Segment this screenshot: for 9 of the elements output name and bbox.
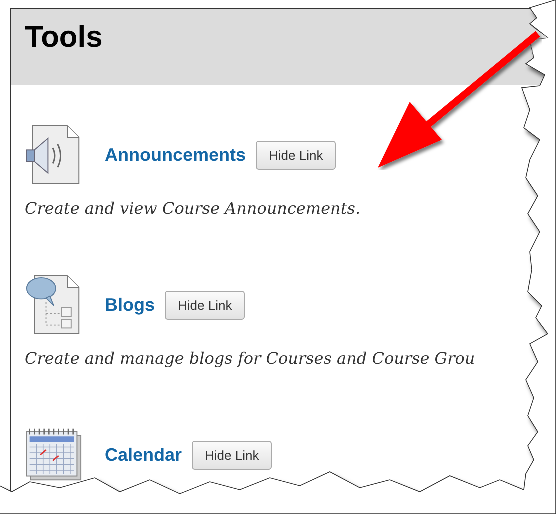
hide-link-button[interactable]: Hide Link — [192, 440, 272, 470]
tool-link[interactable]: Calendar — [105, 444, 182, 466]
panel-title: Tools — [25, 21, 104, 55]
hide-link-button[interactable]: Hide Link — [165, 290, 246, 320]
tool-description: Create and manage blogs for Courses and Course Grou — [25, 349, 476, 368]
tool-link[interactable]: Announcements — [105, 144, 246, 166]
hide-link-button[interactable]: Hide Link — [256, 140, 336, 170]
tool-description: Create and view Course Announcements. — [25, 199, 362, 218]
tool-link[interactable]: Blogs — [105, 294, 156, 316]
